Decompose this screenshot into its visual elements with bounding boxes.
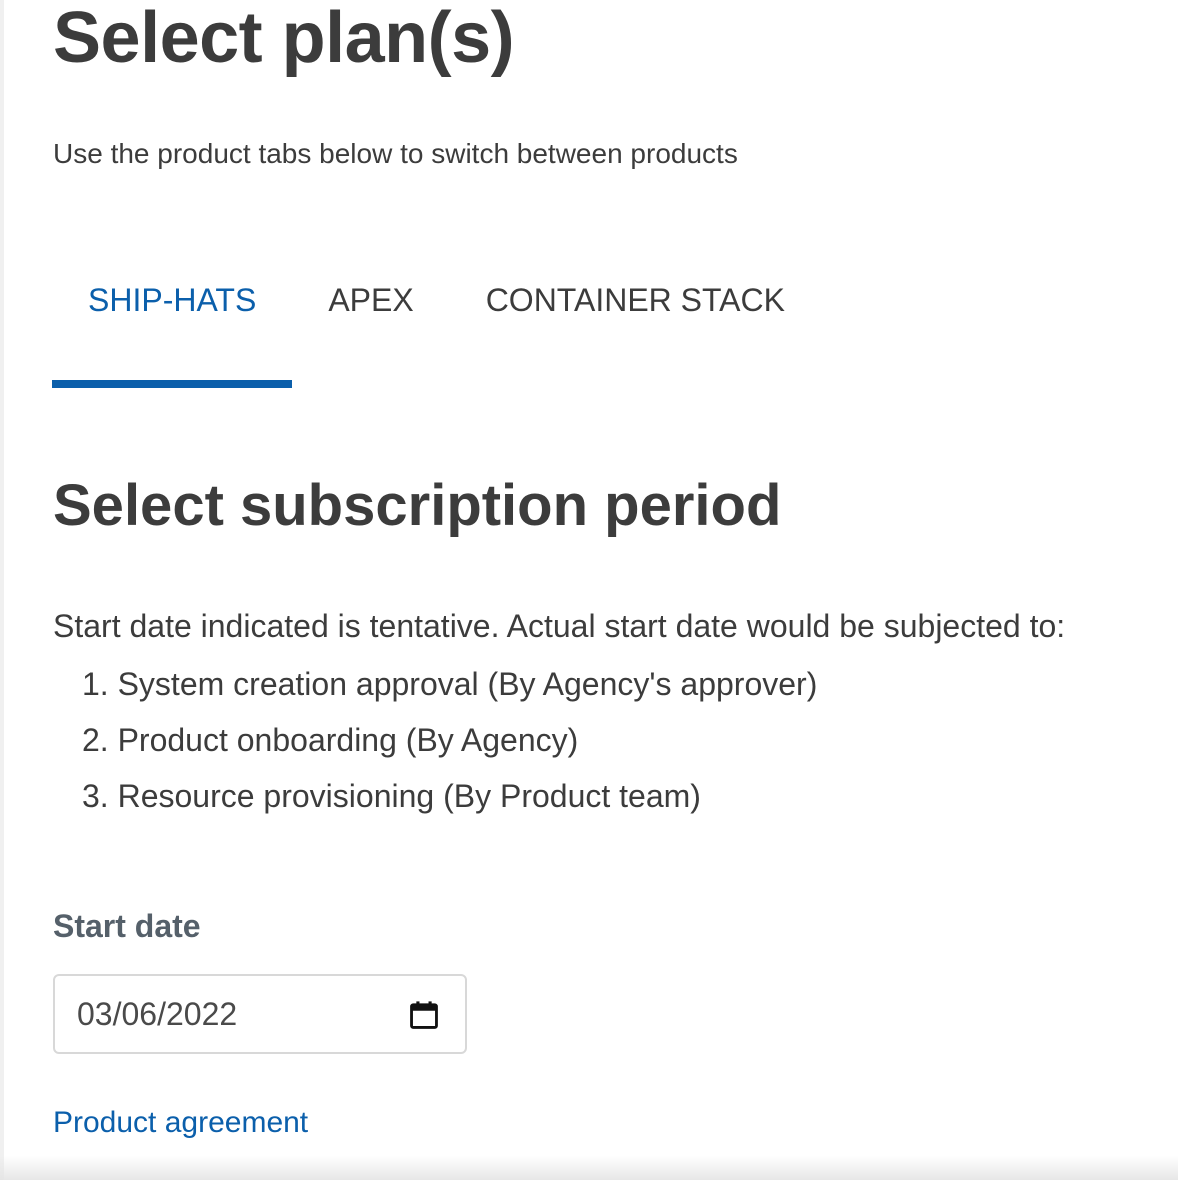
tab-ship-hats[interactable]: SHIP-HATS: [52, 262, 293, 388]
subscription-steps-list: 1. System creation approval (By Agency's…: [82, 666, 817, 828]
subscription-section-title: Select subscription period: [53, 473, 782, 538]
start-date-input[interactable]: 03/06/2022: [53, 974, 467, 1054]
tab-container-stack[interactable]: CONTAINER STACK: [450, 262, 821, 388]
product-tabs: SHIP-HATS APEX CONTAINER STACK: [52, 262, 821, 388]
tab-apex[interactable]: APEX: [292, 262, 449, 388]
subscription-intro: Start date indicated is tentative. Actua…: [53, 608, 1066, 644]
list-item: 3. Resource provisioning (By Product tea…: [82, 778, 701, 814]
page-subtitle: Use the product tabs below to switch bet…: [53, 138, 738, 169]
bottom-shadow: [0, 1156, 1178, 1180]
list-item: 2. Product onboarding (By Agency): [82, 722, 579, 758]
product-agreement-link[interactable]: Product agreement: [53, 1106, 308, 1140]
calendar-icon[interactable]: [407, 998, 441, 1032]
list-item: 1. System creation approval (By Agency's…: [82, 666, 818, 702]
page-title: Select plan(s): [53, 0, 515, 78]
start-date-label: Start date: [53, 908, 201, 944]
left-edge-divider: [0, 0, 4, 1180]
start-date-value: 03/06/2022: [77, 996, 238, 1032]
